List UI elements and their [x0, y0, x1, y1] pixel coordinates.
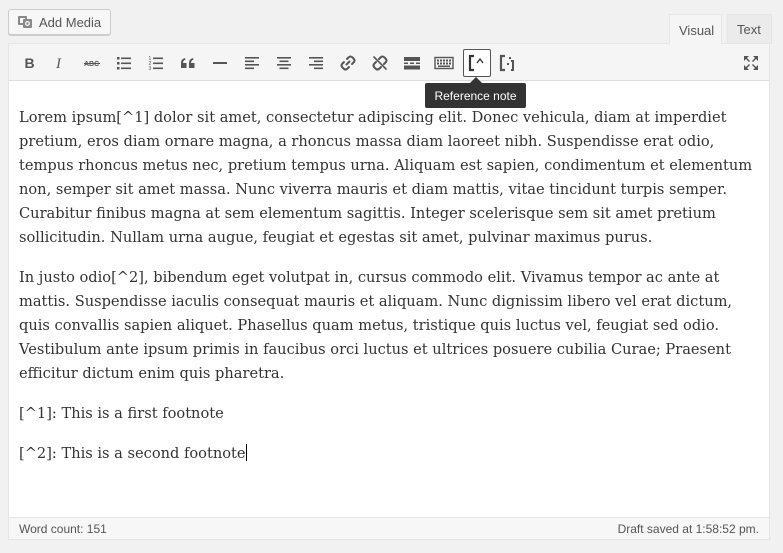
- svg-text:B: B: [25, 55, 35, 71]
- add-media-button[interactable]: Add Media: [8, 9, 112, 35]
- numbered-list-button[interactable]: 1 2 3: [142, 49, 170, 77]
- strikethrough-icon: ABC: [83, 55, 101, 71]
- editor-toolbar: B I ABC 1 2 3: [9, 44, 769, 81]
- bulleted-list-icon: [116, 55, 132, 71]
- remove-link-button[interactable]: [366, 49, 394, 77]
- toolbar-toggle-icon: [434, 55, 454, 71]
- svg-text:3: 3: [149, 66, 152, 71]
- horizontal-line-icon: [212, 55, 228, 71]
- insert-link-icon: [339, 54, 357, 72]
- align-left-icon: [244, 55, 260, 71]
- add-media-label: Add Media: [39, 14, 102, 30]
- align-right-button[interactable]: [302, 49, 330, 77]
- editor-container: B I ABC 1 2 3 Lorem ipsum[^1] dolor sit …: [8, 43, 770, 540]
- word-count: Word count: 151: [19, 522, 107, 536]
- italic-button[interactable]: I: [46, 49, 74, 77]
- editor-content[interactable]: Lorem ipsum[^1] dolor sit amet, consecte…: [19, 106, 759, 482]
- fullscreen-icon: [742, 54, 760, 72]
- read-more-button[interactable]: [398, 49, 426, 77]
- paragraph-1: Lorem ipsum[^1] dolor sit amet, consecte…: [19, 109, 753, 246]
- blockquote-button[interactable]: [174, 49, 202, 77]
- align-center-icon: [276, 55, 292, 71]
- bold-button[interactable]: B: [15, 49, 43, 77]
- footnote-2: [^2]: This is a second footnote: [19, 445, 246, 462]
- footnote-2-line: [^2]: This is a second footnote: [19, 442, 759, 466]
- fullscreen-button[interactable]: [737, 49, 765, 77]
- reference-note-alt-icon: [499, 54, 517, 72]
- reference-note-tooltip: Reference note: [425, 77, 526, 108]
- strikethrough-button[interactable]: ABC: [78, 49, 106, 77]
- align-right-icon: [308, 55, 324, 71]
- add-media-icon: [17, 14, 33, 30]
- horizontal-line-button[interactable]: [206, 49, 234, 77]
- tab-visual[interactable]: Visual: [669, 14, 722, 45]
- reference-note-alt-button[interactable]: [494, 49, 522, 77]
- insert-link-button[interactable]: [334, 49, 362, 77]
- toolbar-toggle-button[interactable]: [430, 49, 458, 77]
- status-bar: Word count: 151 Draft saved at 1:58:52 p…: [9, 517, 769, 539]
- align-center-button[interactable]: [270, 49, 298, 77]
- read-more-icon: [403, 55, 421, 71]
- draft-saved-status: Draft saved at 1:58:52 pm.: [617, 522, 759, 536]
- post-editor-screen: Add Media Visual Text B I ABC 1 2 3 Lore…: [0, 0, 783, 553]
- remove-link-icon: [371, 54, 389, 72]
- blockquote-icon: [180, 55, 196, 71]
- tab-text[interactable]: Text: [727, 14, 772, 44]
- bold-icon: B: [21, 55, 37, 71]
- bulleted-list-button[interactable]: [110, 49, 138, 77]
- svg-text:ABC: ABC: [84, 61, 99, 68]
- paragraph-2: In justo odio[^2], bibendum eget volutpa…: [19, 269, 733, 382]
- align-left-button[interactable]: [238, 49, 266, 77]
- italic-icon: I: [52, 55, 68, 71]
- svg-text:I: I: [55, 56, 62, 71]
- reference-note-button[interactable]: [463, 49, 491, 77]
- text-cursor: [245, 444, 247, 461]
- footnote-1: [^1]: This is a first footnote: [19, 405, 224, 422]
- numbered-list-icon: 1 2 3: [148, 55, 164, 71]
- reference-note-icon: [468, 54, 486, 72]
